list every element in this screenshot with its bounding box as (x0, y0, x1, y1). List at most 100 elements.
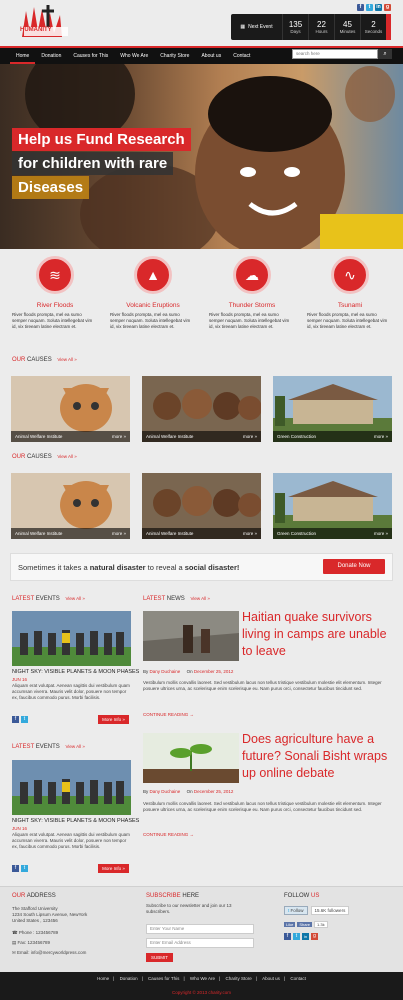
news-author[interactable]: Dany Duchaine (150, 669, 181, 674)
news-author[interactable]: Dany Duchaine (150, 789, 181, 794)
more-link[interactable]: more » (243, 431, 257, 442)
event-share: f t (12, 865, 28, 872)
subscribe-heading: SUBSCRIBE HERE (146, 893, 200, 899)
email-row: ✉ Email: info@mercyworldpress.com (12, 950, 87, 955)
countdown-minutes: 45 Minutes (335, 14, 361, 40)
causes-view-all-link[interactable]: View All » (57, 454, 76, 459)
more-link[interactable]: more » (374, 431, 388, 442)
search-icon[interactable]: ⌕ (378, 49, 392, 59)
continue-reading-link[interactable]: CONTINUE READING → (143, 832, 194, 837)
fax-row: ▤ Fax: 123456789 (12, 940, 51, 945)
share-button[interactable]: Share (297, 922, 313, 927)
email-input[interactable]: Enter Email Address (146, 938, 254, 948)
causes-heading: OUR CAUSES View All » (12, 357, 77, 363)
news-text: Vestibulum mollis convallis laoreet. Sed… (143, 801, 382, 812)
news-title[interactable]: Does agriculture have a future? Sonali B… (242, 731, 398, 782)
donate-tagline: Sometimes it takes a natural disaster to… (18, 563, 240, 572)
cause-caption: Animal Welfare Institute more » (11, 528, 130, 539)
footer-nav-links: Home | Donation | Causes for This | Who We … (97, 976, 306, 981)
event-photo[interactable] (12, 760, 131, 815)
cause-card[interactable]: Animal Welfare Institute more » (11, 473, 130, 539)
news-photo[interactable] (143, 733, 239, 783)
causes-view-all-link[interactable]: View All » (57, 357, 76, 362)
cause-card[interactable]: Animal Welfare Institute more » (142, 376, 261, 442)
donate-now-button[interactable]: Donate Now (323, 559, 385, 574)
event-photo[interactable] (12, 611, 131, 666)
feature-text: River floods prompta, mel ea sumo semper… (307, 312, 388, 329)
news-meta: By Dany Duchaine On December 25, 2012 (143, 669, 234, 674)
cause-card[interactable]: Animal Welfare Institute more » (11, 376, 130, 442)
event-countdown[interactable]: ▦ Next Event 135 Days 22 Hours 45 Minutes 2… (231, 14, 391, 40)
linkedin-icon[interactable]: in (375, 4, 382, 11)
more-info-button[interactable]: More Info » (98, 864, 129, 873)
footer-social: f t in g (284, 933, 318, 940)
facebook-icon[interactable]: f (357, 4, 364, 11)
cause-card[interactable]: Green Construction more » (273, 473, 392, 539)
events-heading-2: LATEST EVENTS View All » (12, 744, 85, 750)
twitter-icon[interactable]: t (293, 933, 300, 940)
countdown-seconds: 2 Seconds (361, 14, 386, 40)
countdown-days: 135 Days (283, 14, 309, 40)
more-link[interactable]: more » (243, 528, 257, 539)
like-button[interactable]: Like (284, 922, 296, 927)
more-info-button[interactable]: More Info » (98, 715, 129, 724)
footer-nav-who-we-are[interactable]: Who We Are (190, 976, 215, 981)
feature-title[interactable]: Thunder Storms (209, 302, 295, 309)
feature-title[interactable]: River Floods (12, 302, 98, 309)
more-link[interactable]: more » (112, 431, 126, 442)
footer-nav-about-us[interactable]: About us (262, 976, 280, 981)
event-text: Aliquam erat volutpat. Aenean sagittis d… (12, 683, 130, 700)
linkedin-icon[interactable]: in (302, 933, 309, 940)
facebook-icon[interactable]: f (284, 933, 291, 940)
events-view-all-link[interactable]: View All » (65, 744, 84, 749)
event-text: Aliquam erat volutpat. Aenean sagittis d… (12, 832, 130, 849)
footer-nav-donation[interactable]: Donation (120, 976, 138, 981)
footer-nav-home[interactable]: Home (97, 976, 109, 981)
news-photo[interactable] (143, 611, 239, 661)
search-input[interactable]: search here (292, 49, 378, 59)
event-title[interactable]: NIGHT SKY: VISIBLE PLANETS & MOON PHASES (12, 818, 139, 824)
submit-button[interactable]: SUBMIT (146, 953, 173, 962)
event-title[interactable]: NIGHT SKY: VISIBLE PLANETS & MOON PHASES (12, 669, 139, 675)
facebook-icon[interactable]: f (12, 716, 19, 723)
facebook-icon[interactable]: f (12, 865, 19, 872)
twitter-icon[interactable]: t (366, 4, 373, 11)
follower-count: 15.6K followers (310, 906, 350, 915)
nav-about-us[interactable]: About us (195, 48, 227, 64)
more-link[interactable]: more » (112, 528, 126, 539)
event-date: JUN 16 (12, 677, 28, 682)
google-plus-icon[interactable]: g (311, 933, 318, 940)
nav-donation[interactable]: Donation (35, 48, 67, 64)
feature-title[interactable]: Volcanic Eruptions (110, 302, 196, 309)
nav-charity-store[interactable]: Charity Store (154, 48, 195, 64)
event-share: f t (12, 716, 28, 723)
footer-nav-charity-store[interactable]: Charity Store (225, 976, 251, 981)
nav-who-we-are[interactable]: Who We Are (114, 48, 154, 64)
social-icons: f t in g (357, 4, 391, 11)
footer-nav-causes[interactable]: Causes for This (148, 976, 179, 981)
twitter-follow-button[interactable]: t Follow (284, 906, 308, 915)
news-meta: By Dany Duchaine On December 25, 2012 (143, 789, 234, 794)
logo[interactable] (12, 3, 84, 41)
news-date: December 25, 2012 (193, 669, 234, 674)
nav-causes[interactable]: Causes for This (67, 48, 114, 64)
twitter-icon[interactable]: t (21, 865, 28, 872)
feature-text: River floods prompta, mel ea sumo semper… (12, 312, 93, 329)
news-view-all-link[interactable]: View All » (190, 596, 209, 601)
tsunami-icon: ∿ (331, 256, 369, 294)
cause-card[interactable]: Green Construction more » (273, 376, 392, 442)
countdown-accent (386, 14, 391, 40)
more-link[interactable]: more » (374, 528, 388, 539)
cause-caption: Green Construction more » (273, 431, 392, 442)
name-input[interactable]: Enter Your Name (146, 924, 254, 934)
cause-card[interactable]: Animal Welfare Institute more » (142, 473, 261, 539)
continue-reading-link[interactable]: CONTINUE READING → (143, 712, 194, 717)
events-view-all-link[interactable]: View All » (65, 596, 84, 601)
nav-home[interactable]: Home (10, 48, 36, 64)
news-title[interactable]: Haitian quake survivors living in camps … (242, 609, 398, 660)
feature-title[interactable]: Tsunami (307, 302, 393, 309)
footer-nav-contact[interactable]: Contact (290, 976, 306, 981)
google-plus-icon[interactable]: g (384, 4, 391, 11)
nav-contact[interactable]: Contact (227, 48, 256, 64)
twitter-icon[interactable]: t (21, 716, 28, 723)
